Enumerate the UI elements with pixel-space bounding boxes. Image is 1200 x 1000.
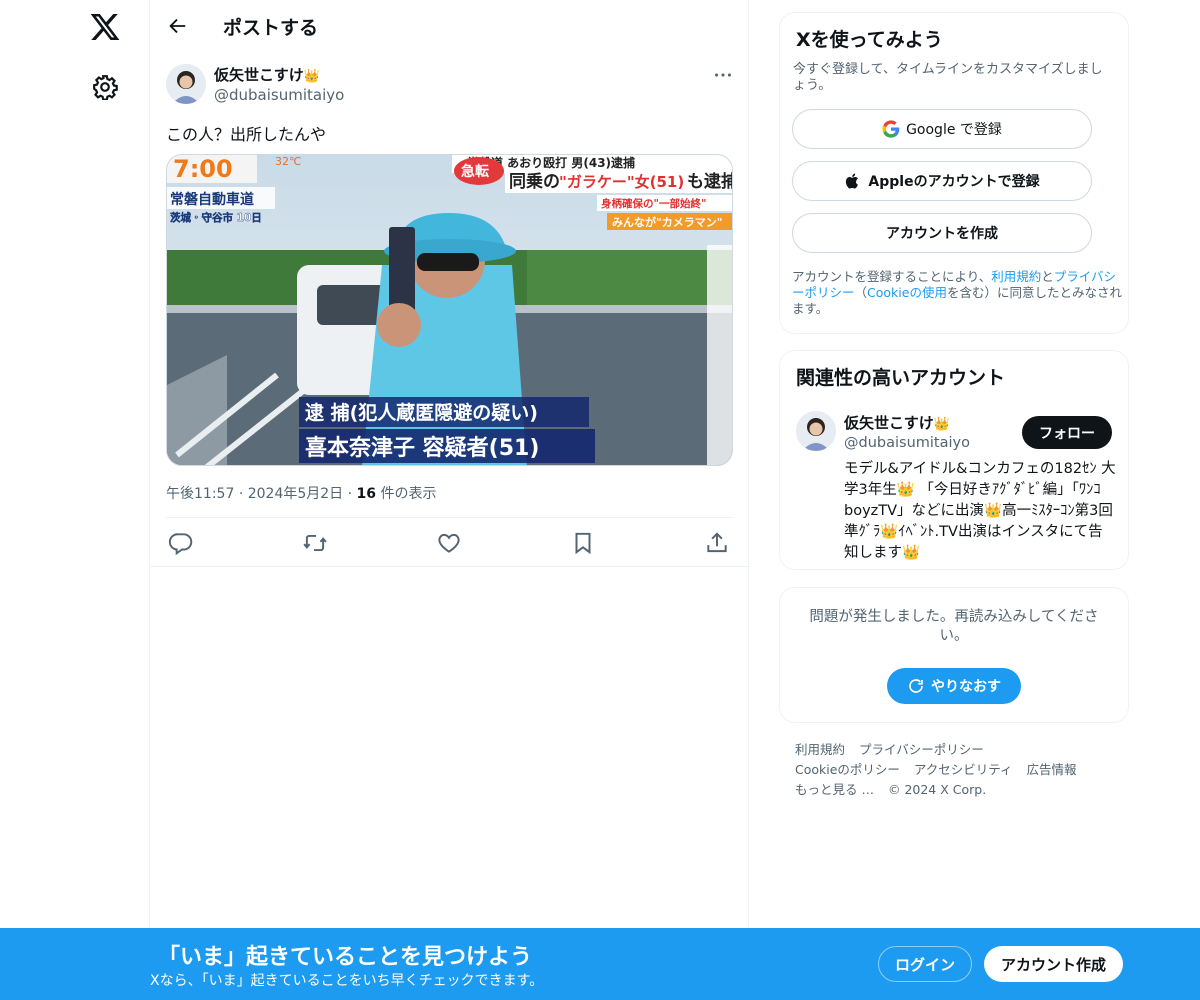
signup-banner: 「いま」起きていることを見つけよう Xなら、「いま」起きていることをいち早くチェ…	[0, 928, 1200, 1000]
related-account-name[interactable]: 仮矢世こすけ👑	[844, 412, 950, 433]
cookie-link[interactable]: Cookieの使用	[867, 285, 947, 300]
error-message: 問題が発生しました。再読み込みしてください。	[809, 609, 1099, 644]
apple-icon	[846, 173, 859, 189]
crown-emoji: 👑	[933, 417, 950, 432]
refresh-icon	[909, 679, 923, 693]
post-actions	[166, 528, 734, 558]
tv-time-text: 7:00	[173, 155, 233, 183]
legal-text: と	[1041, 269, 1054, 284]
related-accounts-card: 関連性の高いアカウント 仮矢世こすけ👑 @dubaisumitaiyo フォロー…	[779, 350, 1129, 570]
news-screenshot-image: 7:00 32℃ 常磐道 あおり殴打 男(43)逮捕 急転 同乗の "ガラケー"…	[167, 155, 733, 465]
related-account-handle[interactable]: @dubaisumitaiyo	[844, 435, 970, 451]
tv-road-name: 常磐自動車道	[170, 191, 254, 208]
page-header: ポストする	[150, 0, 750, 53]
google-icon	[882, 120, 900, 138]
footer-row: もっと見る … © 2024 X Corp.	[795, 780, 1125, 800]
more-options-icon[interactable]	[712, 64, 734, 86]
avatar[interactable]	[166, 64, 206, 104]
tv-caption-1: 逮 捕(犯人蔵匿隠避の疑い)	[305, 401, 538, 424]
signup-card: Xを使ってみよう 今すぐ登録して、タイムラインをカスタマイズしましょう。 Goo…	[779, 12, 1129, 334]
retry-button[interactable]: やりなおす	[887, 668, 1021, 704]
view-label: 件の表示	[376, 486, 437, 502]
post-media[interactable]: 7:00 32℃ 常磐道 あおり殴打 男(43)逮捕 急転 同乗の "ガラケー"…	[166, 154, 733, 466]
related-account-bio: モデル&アイドル&コンカフェの182ｾﾝ 大学3年生👑 「今日好きｱｸﾞﾀﾞﾋﾞ…	[844, 461, 1116, 561]
tv-headline-1: 同乗の	[509, 172, 560, 192]
signup-subtitle: 今すぐ登録して、タイムラインをカスタマイズしましょう。	[793, 62, 1103, 93]
banner-create-account-button[interactable]: アカウント作成	[984, 946, 1123, 982]
error-card: 問題が発生しました。再読み込みしてください。 やりなおす	[779, 587, 1129, 723]
footer-row: 利用規約 プライバシーポリシー	[795, 740, 1125, 760]
tv-temp-text: 32℃	[275, 155, 301, 168]
google-signup-label: Google で登録	[906, 122, 1002, 138]
footer-link-cookie[interactable]: Cookieのポリシー	[795, 762, 900, 777]
copyright: © 2024 X Corp.	[887, 782, 987, 797]
view-count: 16	[356, 486, 377, 502]
tv-sub-line-1: 身柄確保の"一部始終"	[601, 197, 706, 210]
create-account-button[interactable]: アカウントを作成	[792, 213, 1092, 253]
legal-text: アカウントを登録することにより、	[792, 269, 992, 284]
footer-link-accessibility[interactable]: アクセシビリティ	[914, 762, 1013, 777]
banner-title: 「いま」起きていることを見つけよう	[158, 945, 533, 970]
meta-dot: ·	[238, 486, 244, 502]
terms-link[interactable]: 利用規約	[991, 269, 1041, 284]
bookmark-icon[interactable]	[570, 530, 596, 556]
footer-link-terms[interactable]: 利用規約	[795, 742, 845, 757]
retry-label: やりなおす	[931, 679, 1001, 695]
x-logo-icon[interactable]	[89, 11, 121, 43]
tv-badge-text: 急転	[461, 163, 489, 180]
tv-headline-2: も逮捕	[687, 171, 733, 192]
meta-dot-2: ·	[347, 486, 353, 502]
follow-button[interactable]: フォロー	[1022, 416, 1112, 449]
share-icon[interactable]	[704, 530, 730, 556]
avatar-image	[796, 411, 836, 451]
author-name[interactable]: 仮矢世こすけ👑	[214, 64, 320, 85]
page-title: ポストする	[223, 17, 319, 39]
tv-caption-2: 喜本奈津子 容疑者(51)	[305, 435, 539, 461]
banner-subtitle: Xなら、「いま」起きていることをいち早くチェックできます。	[150, 973, 544, 989]
legal-text: （	[854, 285, 868, 300]
tv-sub-line-2: みんなが"カメラマン"	[612, 215, 722, 229]
gear-icon[interactable]	[92, 74, 118, 100]
divider	[166, 517, 734, 518]
footer-links: 利用規約 プライバシーポリシー Cookieのポリシー アクセシビリティ 広告情…	[795, 740, 1125, 800]
signup-title: Xを使ってみよう	[796, 29, 943, 51]
left-nav	[0, 0, 150, 1000]
avatar[interactable]	[796, 411, 836, 451]
footer-link-more[interactable]: もっと見る …	[795, 782, 874, 797]
footer-link-ads[interactable]: 広告情報	[1027, 762, 1077, 777]
apple-signup-button[interactable]: Appleのアカウントで登録	[792, 161, 1092, 201]
divider	[150, 566, 750, 567]
login-button[interactable]: ログイン	[878, 946, 972, 982]
signup-legal: アカウントを登録することにより、利用規約とプライバシーポリシー（Cookieの使…	[792, 269, 1122, 317]
post-text: この人？出所したんや	[166, 125, 327, 144]
avatar-image	[166, 64, 206, 104]
post-time[interactable]: 午後11:57	[166, 486, 234, 502]
main-column: ポストする 仮矢世こすけ👑 @dubaisumitaiyo この人？出所したんや	[149, 0, 750, 1000]
related-name-text: 仮矢世こすけ	[844, 414, 934, 432]
footer-link-privacy[interactable]: プライバシーポリシー	[859, 742, 984, 757]
post-meta: 午後11:57 · 2024年5月2日 · 16 件の表示	[166, 483, 436, 503]
tv-headline-quote: "ガラケー"女(51)	[559, 173, 684, 191]
create-account-label: アカウントを作成	[886, 226, 998, 242]
repost-icon[interactable]	[302, 530, 328, 556]
tv-place: 茨城・守谷市 10日	[170, 211, 262, 224]
post-date[interactable]: 2024年5月2日	[248, 486, 343, 502]
footer-row: Cookieのポリシー アクセシビリティ 広告情報	[795, 760, 1125, 780]
crown-emoji: 👑	[303, 69, 320, 84]
author-name-text: 仮矢世こすけ	[214, 66, 304, 84]
apple-signup-label: Appleのアカウントで登録	[868, 174, 1040, 190]
related-title: 関連性の高いアカウント	[796, 367, 1006, 389]
reply-icon[interactable]	[168, 530, 194, 556]
back-arrow-icon[interactable]	[166, 15, 188, 37]
google-signup-button[interactable]: Google で登録	[792, 109, 1092, 149]
like-icon[interactable]	[436, 530, 462, 556]
author-handle[interactable]: @dubaisumitaiyo	[214, 86, 344, 104]
